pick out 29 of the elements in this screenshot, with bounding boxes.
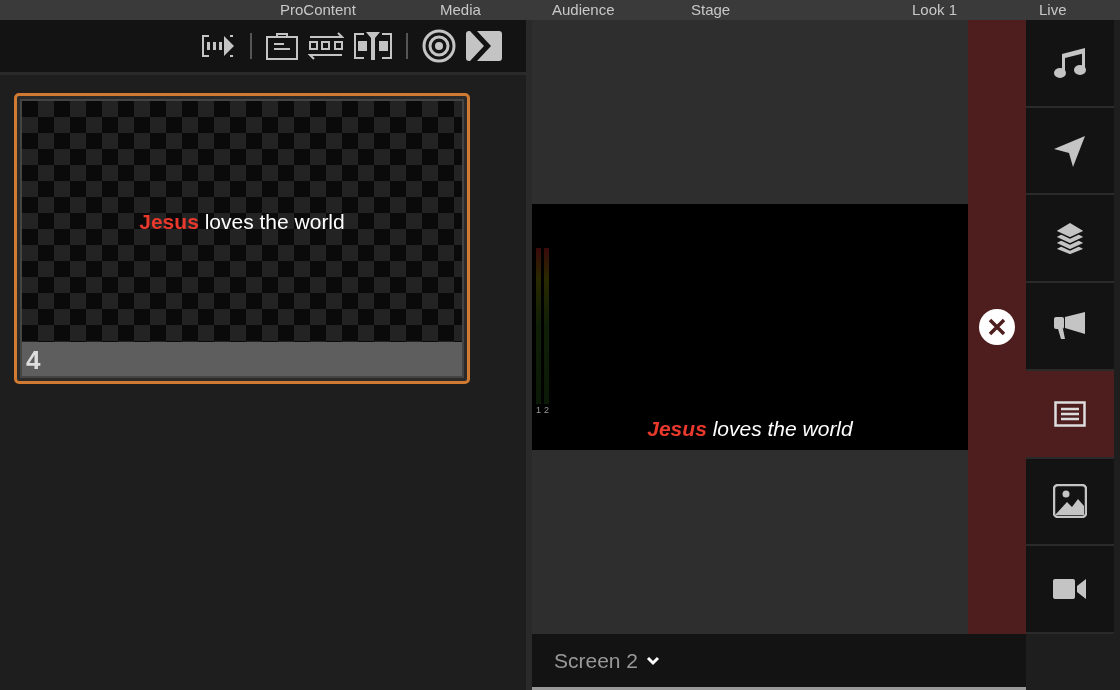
meter-label: 2	[544, 406, 550, 415]
meter-label: 1	[536, 406, 541, 415]
slide-thumbnail[interactable]: Jesus loves the world 4	[14, 93, 470, 384]
chevron-down-icon	[646, 655, 661, 666]
close-icon	[987, 317, 1007, 337]
text-lines-icon	[1054, 400, 1086, 427]
image-icon	[1053, 484, 1087, 519]
split-icon[interactable]	[354, 31, 392, 61]
sidebar-tab[interactable]	[1026, 370, 1114, 459]
video-camera-icon	[1053, 578, 1087, 601]
preview-text: Jesus loves the world	[647, 415, 853, 442]
menu-item[interactable]: Look 1	[912, 1, 958, 19]
menu-item[interactable]: Media	[440, 1, 481, 19]
swap-icon[interactable]	[308, 31, 344, 61]
close-button[interactable]	[979, 309, 1015, 345]
menu-item[interactable]: Stage	[691, 1, 731, 19]
slides-icon[interactable]	[202, 33, 236, 59]
music-note-icon	[1053, 45, 1087, 80]
slide-number: 4	[20, 342, 464, 378]
paper-plane-icon	[1053, 133, 1087, 168]
target-icon[interactable]	[422, 29, 456, 63]
slide-text: Jesus loves the world	[139, 208, 345, 235]
menu-item[interactable]: Live	[1039, 1, 1067, 19]
forward-icon[interactable]	[466, 31, 502, 61]
clipboard-icon[interactable]	[266, 32, 298, 60]
screen-dropdown[interactable]: Screen 2	[554, 644, 661, 677]
megaphone-icon	[1053, 311, 1087, 341]
menu-item[interactable]: Audience	[552, 1, 615, 19]
menu-item[interactable]: ProContent	[280, 1, 356, 19]
